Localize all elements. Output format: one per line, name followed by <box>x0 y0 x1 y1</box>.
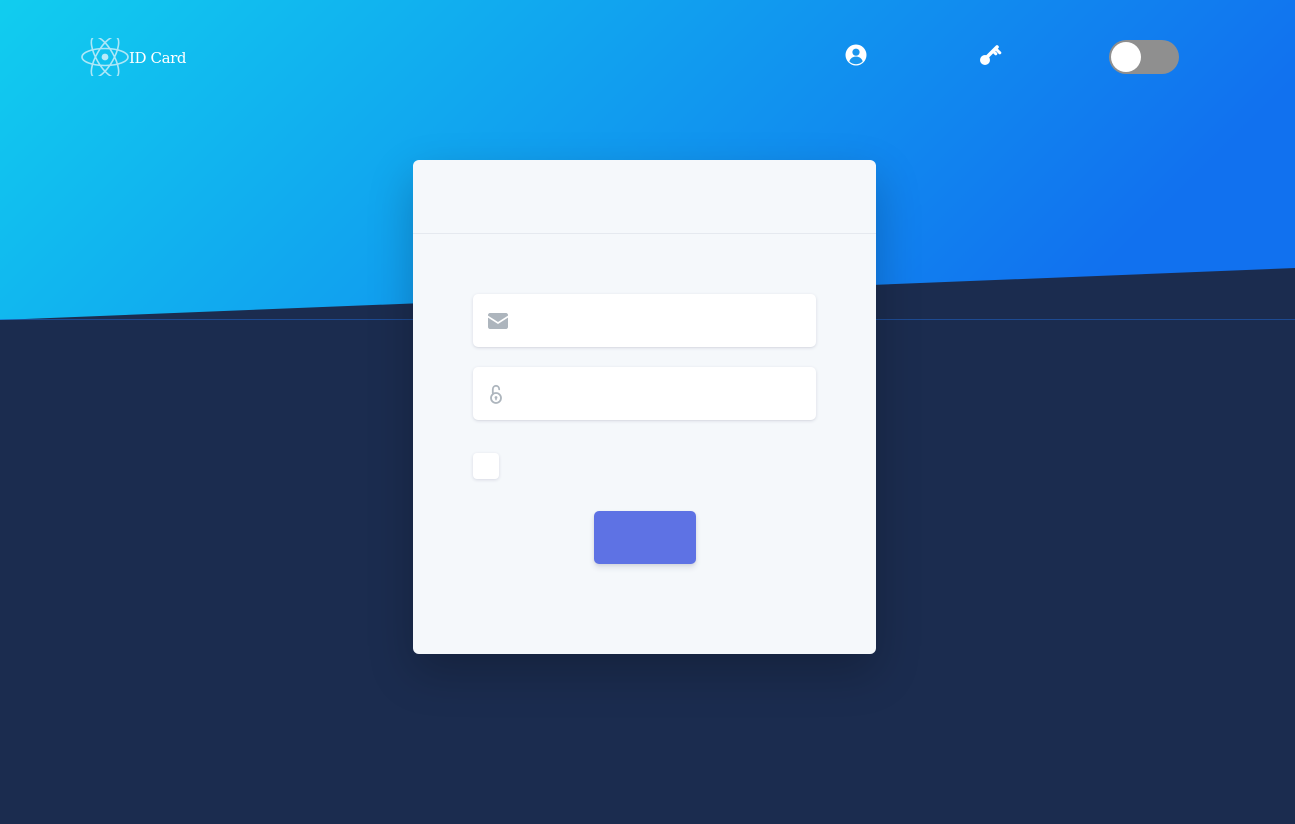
brand-text: ID Card <box>129 48 187 67</box>
password-input[interactable] <box>504 367 816 420</box>
brand-logo[interactable]: ID Card <box>80 38 187 76</box>
sign-in-button[interactable] <box>594 511 696 564</box>
card-header <box>413 160 876 234</box>
envelope-icon <box>488 312 508 329</box>
user-circle-icon[interactable] <box>845 44 867 66</box>
toggle-knob <box>1111 42 1141 72</box>
atom-logo-icon <box>81 38 129 76</box>
theme-toggle-switch[interactable] <box>1109 40 1179 74</box>
key-icon[interactable] <box>979 44 1003 66</box>
login-card <box>413 160 876 654</box>
email-input[interactable] <box>508 294 816 347</box>
password-input-group <box>473 367 816 420</box>
remember-me-checkbox[interactable] <box>473 453 499 479</box>
email-input-group <box>473 294 816 347</box>
unlock-icon <box>490 384 502 404</box>
